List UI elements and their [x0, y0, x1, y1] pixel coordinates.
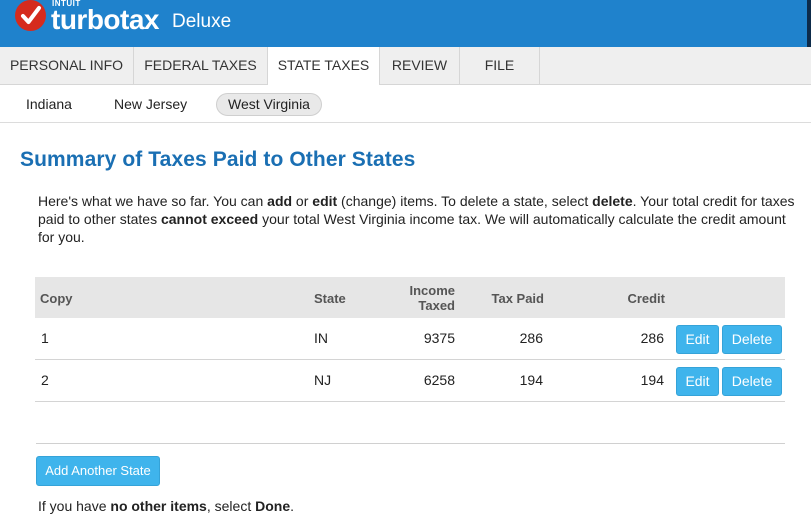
- state-tabs: Indiana New Jersey West Virginia: [0, 85, 811, 123]
- table-row: 2 NJ 6258 194 194 Edit Delete: [35, 360, 785, 402]
- cell-income-taxed: 9375: [423, 330, 455, 346]
- done-instruction-text: If you have no other items, select Done.: [38, 498, 294, 514]
- tab-review[interactable]: REVIEW: [380, 47, 460, 85]
- header-edge: [807, 0, 811, 47]
- header-tax-paid: Tax Paid: [491, 291, 544, 306]
- checkmark-icon: [15, 0, 46, 31]
- tab-state-taxes[interactable]: STATE TAXES: [268, 47, 380, 86]
- header-state: State: [314, 291, 346, 306]
- tab-file[interactable]: FILE: [460, 47, 540, 85]
- tab-federal-taxes[interactable]: FEDERAL TAXES: [134, 47, 268, 85]
- edit-button[interactable]: Edit: [676, 367, 719, 396]
- header-credit: Credit: [627, 291, 665, 306]
- intro-text: Here's what we have so far. You can add …: [38, 193, 795, 245]
- cell-state: NJ: [314, 372, 332, 388]
- page-title: Summary of Taxes Paid to Other States: [20, 148, 416, 171]
- cell-credit: 194: [640, 372, 664, 388]
- brand-logo-text: turbotax: [51, 4, 160, 35]
- delete-button[interactable]: Delete: [722, 325, 782, 354]
- cell-tax-paid: 286: [519, 330, 543, 346]
- cell-state: IN: [314, 330, 328, 346]
- cell-tax-paid: 194: [519, 372, 543, 388]
- cell-income-taxed: 6258: [423, 372, 455, 388]
- header-copy: Copy: [40, 291, 73, 306]
- header-income-taxed: Income Taxed: [409, 283, 455, 313]
- delete-button[interactable]: Delete: [722, 367, 782, 396]
- add-another-state-button[interactable]: Add Another State: [36, 456, 160, 486]
- cell-copy: 1: [41, 330, 49, 346]
- table-row: 1 IN 9375 286 286 Edit Delete: [35, 318, 785, 360]
- state-tab-west-virginia[interactable]: West Virginia: [216, 93, 322, 116]
- section-divider: [36, 443, 785, 444]
- main-tabs: PERSONAL INFO FEDERAL TAXES STATE TAXES …: [0, 47, 811, 86]
- cell-copy: 2: [41, 372, 49, 388]
- edition-label: Deluxe: [172, 11, 232, 32]
- app-header: INTUIT turbotax Deluxe: [0, 0, 811, 47]
- edit-button[interactable]: Edit: [676, 325, 719, 354]
- state-tab-indiana[interactable]: Indiana: [26, 93, 72, 116]
- tab-personal-info[interactable]: PERSONAL INFO: [0, 47, 134, 85]
- cell-credit: 286: [640, 330, 664, 346]
- state-tab-new-jersey[interactable]: New Jersey: [114, 93, 187, 116]
- table-header: Copy State Income Taxed Tax Paid Credit: [35, 277, 785, 318]
